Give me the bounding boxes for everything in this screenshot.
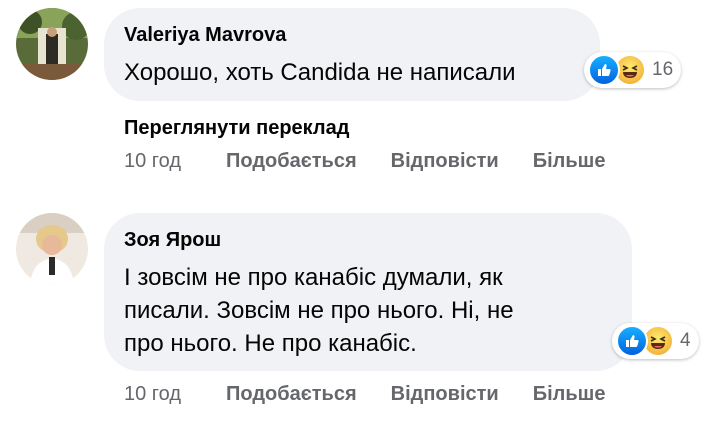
- more-button[interactable]: Більше: [533, 150, 606, 173]
- see-translation-link[interactable]: Переглянути переклад: [124, 117, 349, 140]
- comment-timestamp[interactable]: 10 год: [124, 150, 226, 173]
- like-button[interactable]: Подобається: [226, 150, 357, 173]
- reactions-summary[interactable]: 16: [584, 52, 682, 88]
- reaction-count: 16: [652, 59, 674, 80]
- comment-author[interactable]: Зоя Ярош: [124, 229, 221, 252]
- more-button[interactable]: Більше: [533, 383, 606, 406]
- like-reaction-icon: [616, 325, 648, 357]
- avatar[interactable]: [16, 8, 88, 80]
- comment-timestamp[interactable]: 10 год: [124, 383, 226, 406]
- comment-text-line: писали. Зовсім не про нього. Ні, не: [124, 297, 514, 324]
- comment-text-line: про нього. Не про канабіс.: [124, 330, 417, 357]
- comment-author[interactable]: Valeriya Mavrova: [124, 24, 286, 47]
- reply-button[interactable]: Відповісти: [391, 150, 499, 173]
- reaction-count: 4: [680, 330, 691, 351]
- comment-text-line: Хорошо, хоть Candida не написали: [124, 59, 516, 86]
- avatar[interactable]: [16, 213, 88, 285]
- comment-actions: 10 год Подобається Відповісти Більше: [124, 150, 639, 173]
- comment-text: І зовсім не про канабіс думали, як писал…: [124, 261, 514, 360]
- reply-button[interactable]: Відповісти: [391, 383, 499, 406]
- like-button[interactable]: Подобається: [226, 383, 357, 406]
- like-reaction-icon: [588, 54, 620, 86]
- reactions-summary[interactable]: 4: [612, 323, 699, 359]
- comment-actions: 10 год Подобається Відповісти Більше: [124, 383, 639, 406]
- comment-text: Хорошо, хоть Candida не написали: [124, 56, 516, 89]
- comment-text-line: І зовсім не про канабіс думали, як: [124, 264, 503, 291]
